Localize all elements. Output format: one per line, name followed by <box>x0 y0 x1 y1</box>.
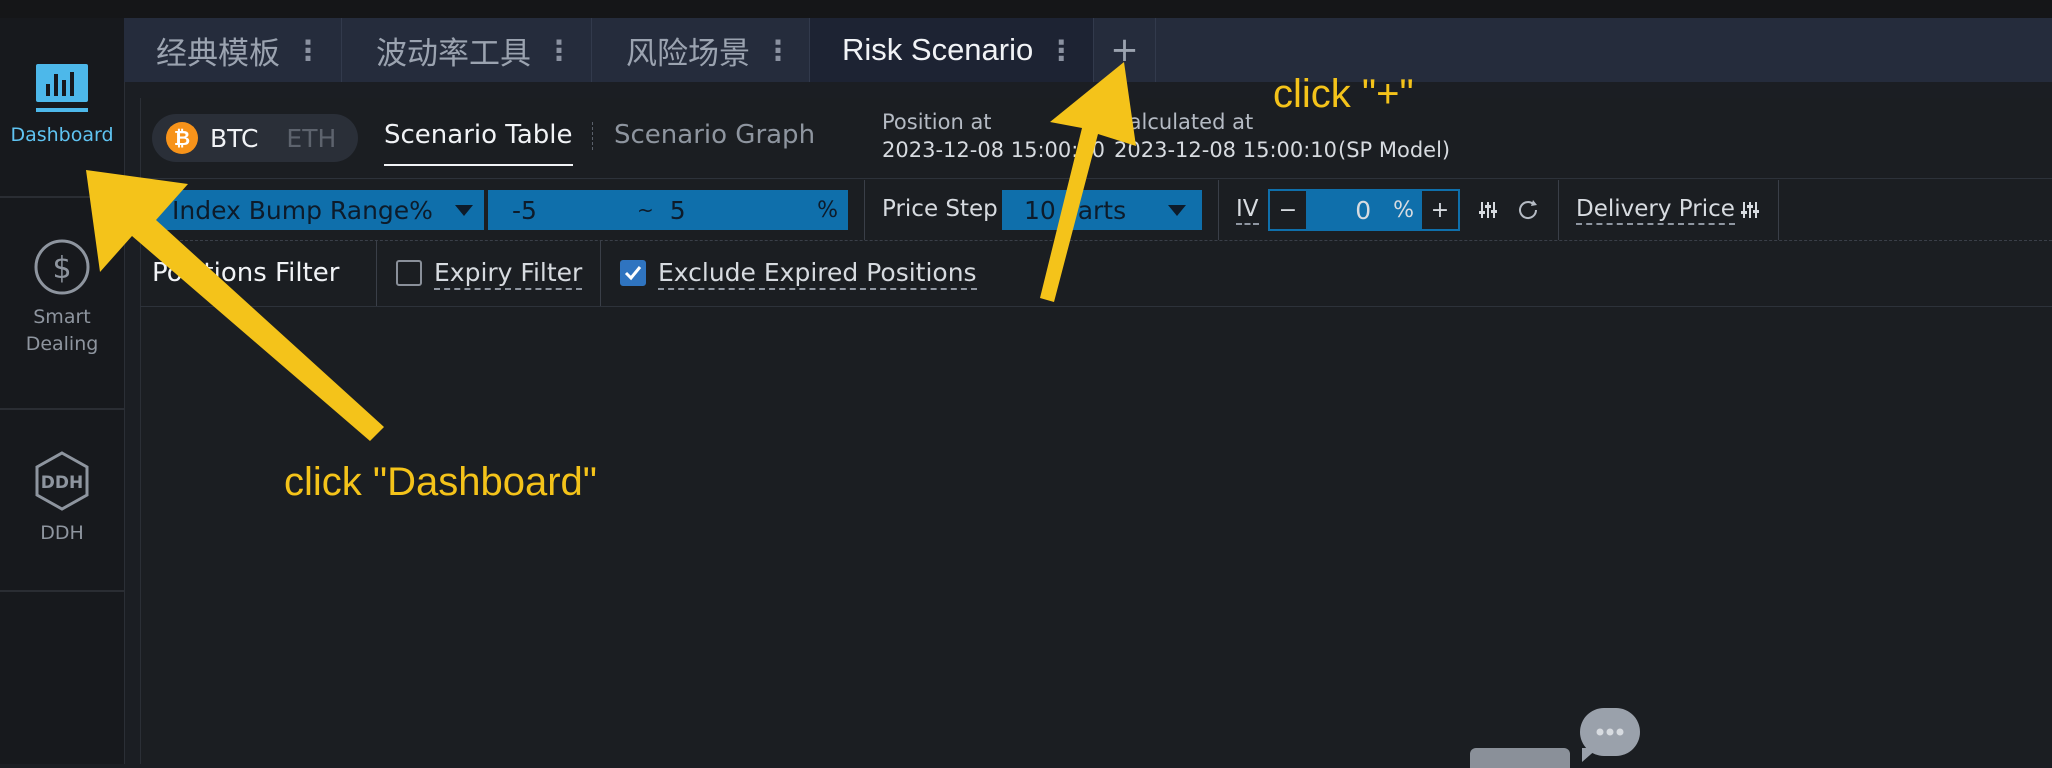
annotation-click-plus: click "+" <box>1273 72 1414 116</box>
arrow-to-dashboard <box>86 170 384 441</box>
annotation-arrows <box>86 62 1136 441</box>
arrow-to-plus <box>1040 62 1136 302</box>
annotation-click-dashboard: click "Dashboard" <box>284 460 597 504</box>
